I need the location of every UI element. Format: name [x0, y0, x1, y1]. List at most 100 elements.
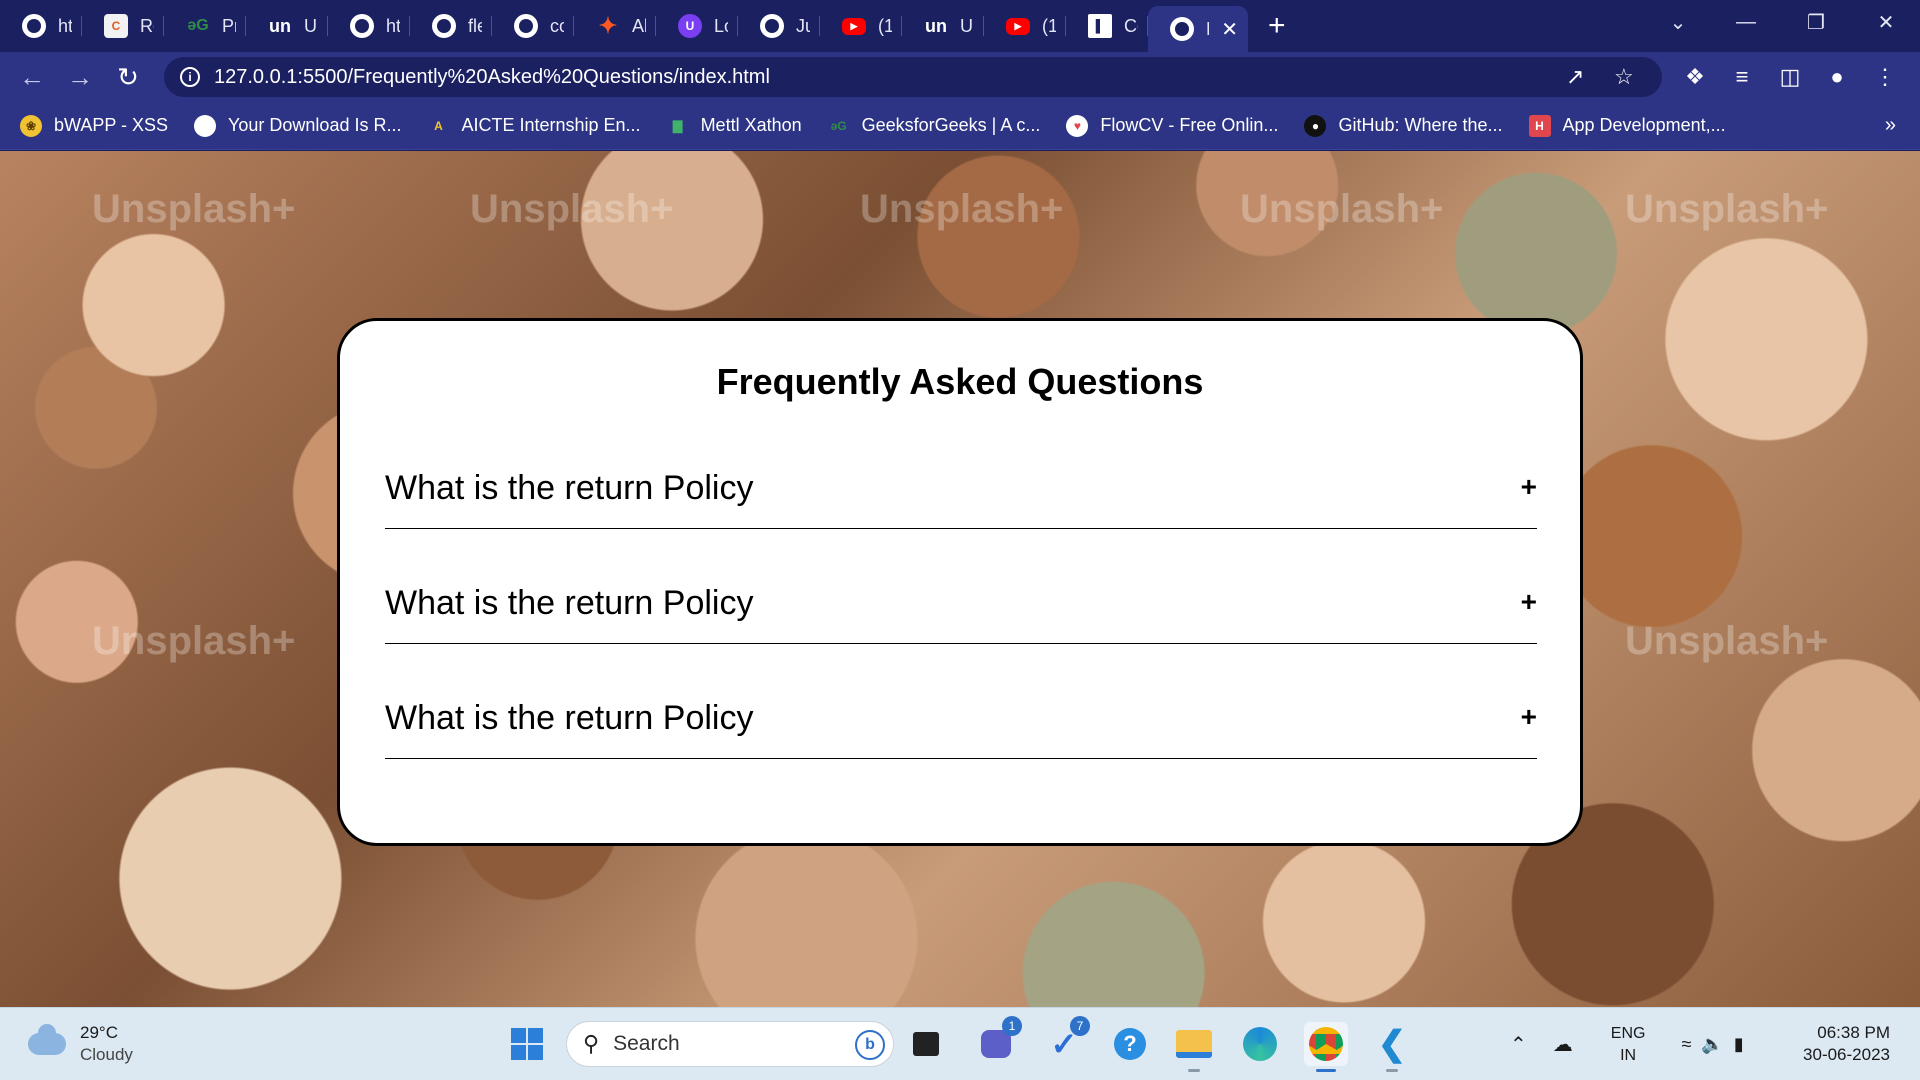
- bookmark-label: App Development,...: [1562, 115, 1726, 135]
- clock[interactable]: 06:38 PM 30-06-2023: [1803, 1022, 1890, 1066]
- tab[interactable]: https: [0, 0, 82, 52]
- expand-plus-icon[interactable]: +: [1521, 471, 1537, 503]
- todo-button[interactable]: ✓ 7: [1042, 1016, 1090, 1066]
- tab[interactable]: U Log I: [656, 0, 738, 52]
- tab[interactable]: coffe: [492, 0, 574, 52]
- start-button[interactable]: [505, 1022, 549, 1066]
- folder-icon: [1176, 1030, 1212, 1058]
- faq-question[interactable]: What is the return Policy: [385, 699, 753, 738]
- wifi-icon[interactable]: ≈: [1681, 1034, 1691, 1055]
- running-indicator: [1386, 1069, 1398, 1072]
- tab-title: D: [1206, 19, 1209, 40]
- tab[interactable]: əG Pract: [164, 0, 246, 52]
- get-help-button[interactable]: ?: [1108, 1022, 1152, 1066]
- vscode-button[interactable]: ❮: [1370, 1022, 1414, 1072]
- tab[interactable]: C Reve: [82, 0, 164, 52]
- bookmark-item[interactable]: ♥ FlowCV - Free Onlin...: [1066, 114, 1278, 137]
- weather-temperature: 29°C: [80, 1023, 118, 1042]
- faq-question[interactable]: What is the return Policy: [385, 584, 753, 623]
- bookmark-item[interactable]: ❀ bWAPP - XSS: [20, 114, 168, 137]
- tab-title: coffe: [550, 15, 564, 36]
- tab[interactable]: ▶ (12) S: [984, 0, 1066, 52]
- unstop-icon: un: [269, 15, 291, 36]
- tab[interactable]: un Unsto: [246, 0, 328, 52]
- tab-search-icon[interactable]: ⌄: [1648, 0, 1708, 44]
- bookmark-item[interactable]: H App Development,...: [1528, 114, 1726, 137]
- side-panel-icon[interactable]: ◫: [1775, 64, 1805, 90]
- bookmark-item[interactable]: əG GeeksforGeeks | A c...: [828, 115, 1041, 137]
- globe-icon: [194, 114, 217, 137]
- tab[interactable]: https: [328, 0, 410, 52]
- system-tray: ⌃ ☁ ENG IN ≈ 🔈 ▮: [1510, 1008, 1744, 1080]
- bookmark-item[interactable]: A AICTE Internship En...: [427, 115, 640, 137]
- file-explorer-button[interactable]: [1172, 1022, 1216, 1072]
- faq-item[interactable]: What is the return Policy +: [385, 449, 1537, 529]
- bookmarks-overflow-icon[interactable]: »: [1885, 114, 1896, 137]
- tab-active[interactable]: D✕: [1148, 6, 1248, 52]
- restore-button[interactable]: ❐: [1786, 0, 1846, 44]
- bookmark-label: Mettl Xathon: [700, 115, 802, 135]
- back-icon[interactable]: ←: [8, 62, 56, 93]
- geeksforgeeks-icon: əG: [187, 17, 209, 34]
- page-viewport: Unsplash+ Unsplash+ Unsplash+ Unsplash+ …: [0, 151, 1920, 1007]
- bookmark-star-icon[interactable]: ☆: [1614, 57, 1634, 97]
- tab[interactable]: Jupyt: [738, 0, 820, 52]
- new-tab-button[interactable]: +: [1268, 9, 1286, 43]
- bing-icon[interactable]: b: [855, 1030, 885, 1060]
- tab-title: Unsto: [304, 15, 318, 36]
- onedrive-cloud-icon[interactable]: ☁: [1553, 1032, 1573, 1057]
- bookmark-item[interactable]: Your Download Is R...: [194, 114, 401, 137]
- tab[interactable]: un Unsto: [902, 0, 984, 52]
- reading-list-icon[interactable]: ≡: [1727, 64, 1757, 90]
- tab[interactable]: ✦ Abha: [574, 0, 656, 52]
- url-text[interactable]: 127.0.0.1:5500/Frequently%20Asked%20Ques…: [214, 66, 770, 89]
- clock-time: 06:38 PM: [1817, 1023, 1890, 1042]
- chrome-button[interactable]: [1304, 1022, 1348, 1072]
- clock-date: 30-06-2023: [1803, 1045, 1890, 1064]
- globe-icon: [350, 14, 374, 38]
- bookmark-label: GitHub: Where the...: [1338, 115, 1503, 135]
- faq-item[interactable]: What is the return Policy +: [385, 564, 1537, 644]
- close-window-button[interactable]: ✕: [1856, 0, 1916, 44]
- bookmark-item[interactable]: ▇ Mettl Xathon: [667, 115, 802, 137]
- minimize-button[interactable]: —: [1716, 0, 1776, 44]
- language-code: ENG: [1610, 1024, 1646, 1042]
- battery-icon[interactable]: ▮: [1734, 1034, 1744, 1055]
- tab-title: Unsto: [960, 15, 974, 36]
- menu-kebab-icon[interactable]: ⋮: [1870, 64, 1900, 90]
- task-view-icon: [913, 1032, 939, 1056]
- teams-chat-button[interactable]: 1: [974, 1016, 1022, 1066]
- forward-icon[interactable]: →: [56, 62, 104, 93]
- chrome-icon: [1309, 1027, 1343, 1061]
- watermark-text: Unsplash+: [92, 187, 296, 231]
- youtube-icon: ▶: [1006, 17, 1030, 35]
- share-icon[interactable]: ↗: [1566, 57, 1584, 97]
- address-bar[interactable]: i 127.0.0.1:5500/Frequently%20Asked%20Qu…: [164, 57, 1662, 97]
- edge-button[interactable]: [1238, 1022, 1282, 1066]
- volume-icon[interactable]: 🔈: [1701, 1034, 1723, 1055]
- close-tab-icon[interactable]: ✕: [1221, 17, 1238, 42]
- bookmark-list: ❀ bWAPP - XSS Your Download Is R... A AICTE …: [20, 114, 1752, 137]
- tab[interactable]: ▌ Coffe: [1066, 0, 1148, 52]
- faq-item[interactable]: What is the return Policy +: [385, 679, 1537, 759]
- extensions-icon[interactable]: ❖: [1680, 64, 1710, 90]
- bookmarks-bar: ❀ bWAPP - XSS Your Download Is R... A AICTE …: [0, 102, 1920, 150]
- tab-list: https C Reve əG Pract un Unsto https flex-coffe ✦…: [0, 0, 1248, 52]
- reload-icon[interactable]: ↻: [104, 62, 152, 93]
- bookmark-item[interactable]: ● GitHub: Where the...: [1304, 114, 1503, 137]
- weather-widget[interactable]: 29°C Cloudy: [28, 1022, 133, 1066]
- tab[interactable]: flex-: [410, 0, 492, 52]
- tab[interactable]: ▶ (12) S: [820, 0, 902, 52]
- task-view-button[interactable]: [904, 1022, 948, 1066]
- windows-taskbar: 29°C Cloudy ⚲ Search b 1 ✓ 7 ? ❮ ⌃ ☁ ENG…: [0, 1007, 1920, 1080]
- h-icon: H: [1528, 114, 1551, 137]
- profile-avatar-icon[interactable]: ●: [1822, 64, 1852, 90]
- expand-plus-icon[interactable]: +: [1521, 701, 1537, 733]
- language-indicator[interactable]: ENG IN: [1611, 1023, 1646, 1067]
- site-info-icon[interactable]: i: [180, 67, 200, 87]
- expand-plus-icon[interactable]: +: [1521, 586, 1537, 618]
- faq-question[interactable]: What is the return Policy: [385, 469, 753, 508]
- watermark-text: Unsplash+: [92, 619, 296, 663]
- taskbar-search[interactable]: ⚲ Search b: [566, 1021, 894, 1067]
- chevron-up-icon[interactable]: ⌃: [1510, 1032, 1527, 1057]
